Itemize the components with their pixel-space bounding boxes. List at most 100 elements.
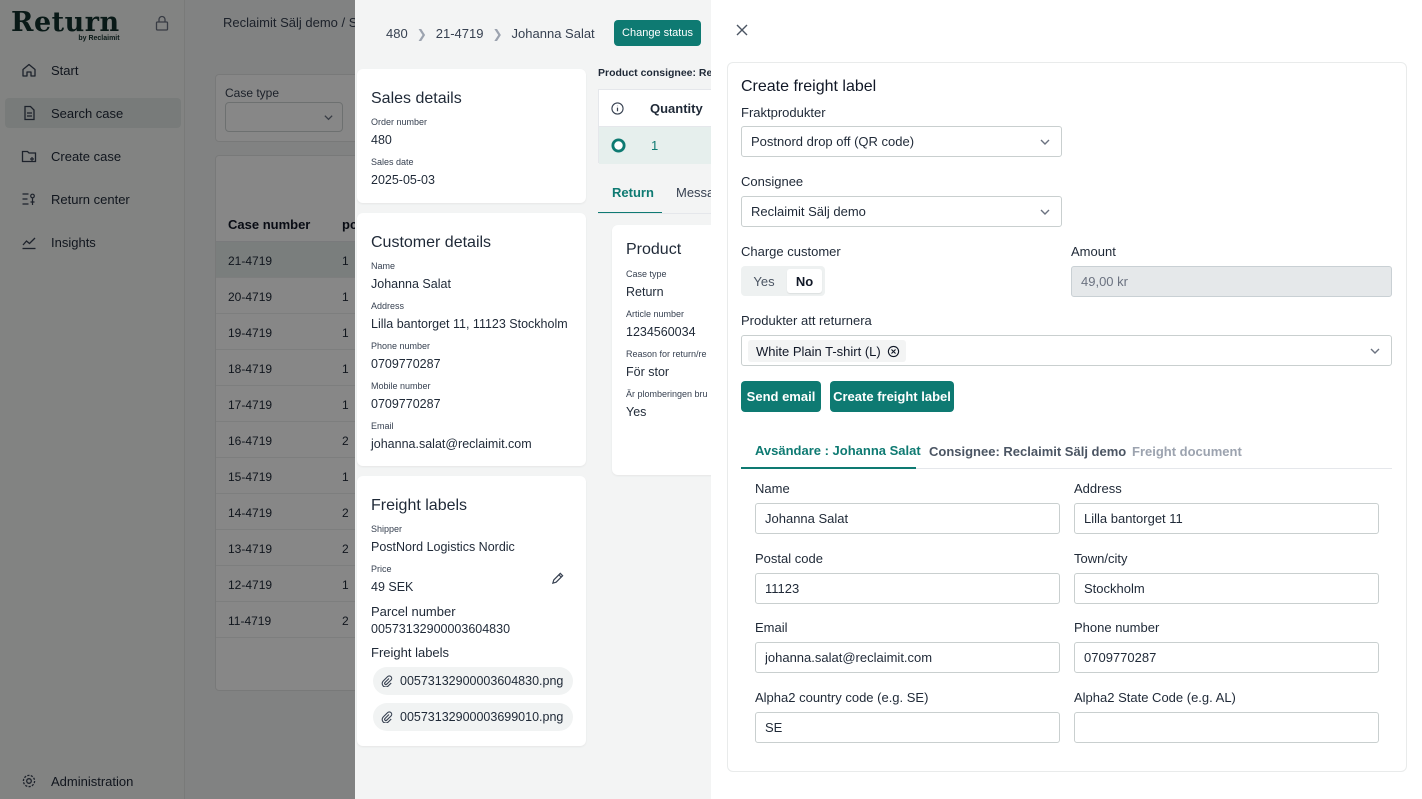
postal-code-label: Postal code bbox=[755, 551, 823, 566]
seal-value: Yes bbox=[626, 405, 647, 419]
freight-labels-card: Freight labels Shipper PostNord Logistic… bbox=[357, 476, 586, 746]
town-label: Town/city bbox=[1074, 551, 1128, 566]
order-lines-header: Quantity bbox=[599, 90, 713, 127]
freight-file-name: 00573132900003604830.png bbox=[400, 674, 564, 688]
phone-input[interactable] bbox=[1074, 642, 1379, 673]
change-status-button[interactable]: Change status bbox=[614, 20, 701, 46]
product-title: Product bbox=[626, 241, 682, 258]
name-label: Name bbox=[755, 481, 790, 496]
products-label: Produkter att returnera bbox=[741, 313, 872, 328]
paperclip-icon bbox=[381, 675, 393, 687]
case-panel: 480 ❯ 21-4719 ❯ Johanna Salat Change sta… bbox=[355, 0, 714, 799]
seal-label: Är plomberingen bru bbox=[626, 389, 708, 399]
sales-date-value: 2025-05-03 bbox=[371, 173, 435, 187]
order-number-label: Order number bbox=[371, 117, 428, 127]
consignee-label: Consignee bbox=[741, 174, 804, 189]
customer-phone-value: 0709770287 bbox=[371, 357, 441, 371]
town-input[interactable] bbox=[1074, 573, 1379, 604]
reason-label: Reason for return/re bbox=[626, 349, 707, 359]
charge-customer-toggle: Yes No bbox=[741, 266, 825, 296]
price-value: 49 SEK bbox=[371, 580, 414, 594]
charge-customer-label: Charge customer bbox=[741, 244, 841, 259]
products-multiselect[interactable]: White Plain T-shirt (L) bbox=[741, 335, 1392, 366]
order-number-value: 480 bbox=[371, 133, 392, 147]
freight-files-title: Freight labels bbox=[371, 645, 450, 660]
address-input[interactable] bbox=[1074, 503, 1379, 534]
case-type-value: Return bbox=[626, 285, 664, 299]
shipper-label: Shipper bbox=[371, 524, 403, 534]
create-freight-label-button[interactable]: Create freight label bbox=[830, 381, 954, 412]
tab-messages[interactable]: Messa bbox=[676, 185, 714, 200]
order-line-row[interactable]: 1 bbox=[599, 127, 713, 164]
paperclip-icon bbox=[381, 711, 393, 723]
consignee-select[interactable]: Reclaimit Sälj demo bbox=[741, 196, 1062, 227]
create-freight-label-drawer: Create freight label Fraktprodukter Post… bbox=[711, 0, 1422, 799]
customer-mobile-label: Mobile number bbox=[371, 381, 431, 391]
consignee-value: Reclaimit Sälj demo bbox=[751, 204, 866, 219]
tabs-divider bbox=[598, 213, 712, 214]
product-card: Product Case type Return Article number … bbox=[612, 225, 712, 475]
chevron-down-icon bbox=[1040, 139, 1050, 145]
breadcrumb-customer: Johanna Salat bbox=[511, 26, 595, 41]
drawer-title: Create freight label bbox=[741, 78, 877, 95]
amount-field: 49,00 kr bbox=[1071, 266, 1392, 297]
breadcrumb-case[interactable]: 21-4719 bbox=[436, 26, 484, 41]
info-icon bbox=[611, 102, 624, 115]
drawer-tabs: Avsändare : Johanna Salat Consignee: Rec… bbox=[741, 433, 1392, 469]
customer-details-card: Customer details Name Johanna Salat Addr… bbox=[357, 213, 586, 466]
sales-details-card: Sales details Order number 480 Sales dat… bbox=[357, 69, 586, 203]
freight-file-name: 00573132900003699010.png bbox=[400, 710, 564, 724]
chevron-right-icon: ❯ bbox=[416, 26, 427, 41]
tab-sender[interactable]: Avsändare : Johanna Salat bbox=[741, 433, 921, 469]
product-tag: White Plain T-shirt (L) bbox=[748, 340, 906, 362]
fraktprodukter-select[interactable]: Postnord drop off (QR code) bbox=[741, 126, 1062, 157]
fraktprodukter-value: Postnord drop off (QR code) bbox=[751, 134, 915, 149]
sales-date-label: Sales date bbox=[371, 157, 414, 167]
tab-return[interactable]: Return bbox=[612, 185, 654, 200]
article-number-value: 1234560034 bbox=[626, 325, 696, 339]
case-type-label: Case type bbox=[626, 269, 667, 279]
breadcrumb-order[interactable]: 480 bbox=[386, 26, 408, 41]
price-label: Price bbox=[371, 564, 392, 574]
name-input[interactable] bbox=[755, 503, 1060, 534]
phone-label: Phone number bbox=[1074, 620, 1160, 635]
customer-name-value: Johanna Salat bbox=[371, 277, 451, 291]
reason-value: För stor bbox=[626, 365, 670, 379]
case-breadcrumb: 480 ❯ 21-4719 ❯ Johanna Salat bbox=[386, 26, 595, 41]
pencil-icon[interactable] bbox=[551, 572, 564, 585]
charge-no-option[interactable]: No bbox=[787, 269, 822, 293]
customer-name-label: Name bbox=[371, 261, 396, 271]
address-label: Address bbox=[1074, 481, 1122, 496]
customer-email-value: johanna.salat@reclaimit.com bbox=[371, 437, 532, 451]
email-label: Email bbox=[755, 620, 788, 635]
freight-labels-title: Freight labels bbox=[371, 497, 468, 514]
article-number-label: Article number bbox=[626, 309, 685, 319]
state-code-input[interactable] bbox=[1074, 712, 1379, 743]
customer-phone-label: Phone number bbox=[371, 341, 431, 351]
chevron-down-icon bbox=[1370, 348, 1380, 354]
radio-icon[interactable] bbox=[611, 138, 626, 153]
tab-consignee[interactable]: Consignee: Reclaimit Sälj demo bbox=[929, 433, 1126, 469]
quantity-value: 1 bbox=[651, 138, 659, 153]
country-code-input[interactable] bbox=[755, 712, 1060, 743]
charge-yes-option[interactable]: Yes bbox=[744, 269, 784, 293]
chevron-down-icon bbox=[1040, 209, 1050, 215]
customer-email-label: Email bbox=[371, 421, 394, 431]
freight-file-chip[interactable]: 00573132900003604830.png bbox=[373, 667, 574, 695]
order-lines-table: Quantity 1 bbox=[598, 89, 713, 164]
quantity-header: Quantity bbox=[650, 101, 703, 116]
remove-tag-icon[interactable] bbox=[887, 345, 900, 358]
chevron-right-icon: ❯ bbox=[492, 26, 503, 41]
freight-file-chip[interactable]: 00573132900003699010.png bbox=[373, 703, 574, 731]
customer-details-title: Customer details bbox=[371, 234, 492, 251]
parcel-number-value: 00573132900003604830 bbox=[371, 622, 511, 636]
email-input[interactable] bbox=[755, 642, 1060, 673]
fraktprodukter-label: Fraktprodukter bbox=[741, 105, 826, 120]
postal-code-input[interactable] bbox=[755, 573, 1060, 604]
customer-address-value: Lilla bantorget 11, 11123 Stockholm bbox=[371, 317, 568, 331]
tab-freight-document[interactable]: Freight document bbox=[1132, 433, 1242, 469]
close-icon[interactable] bbox=[735, 23, 749, 37]
customer-address-label: Address bbox=[371, 301, 405, 311]
sales-details-title: Sales details bbox=[371, 90, 462, 107]
send-email-button[interactable]: Send email bbox=[741, 381, 821, 412]
